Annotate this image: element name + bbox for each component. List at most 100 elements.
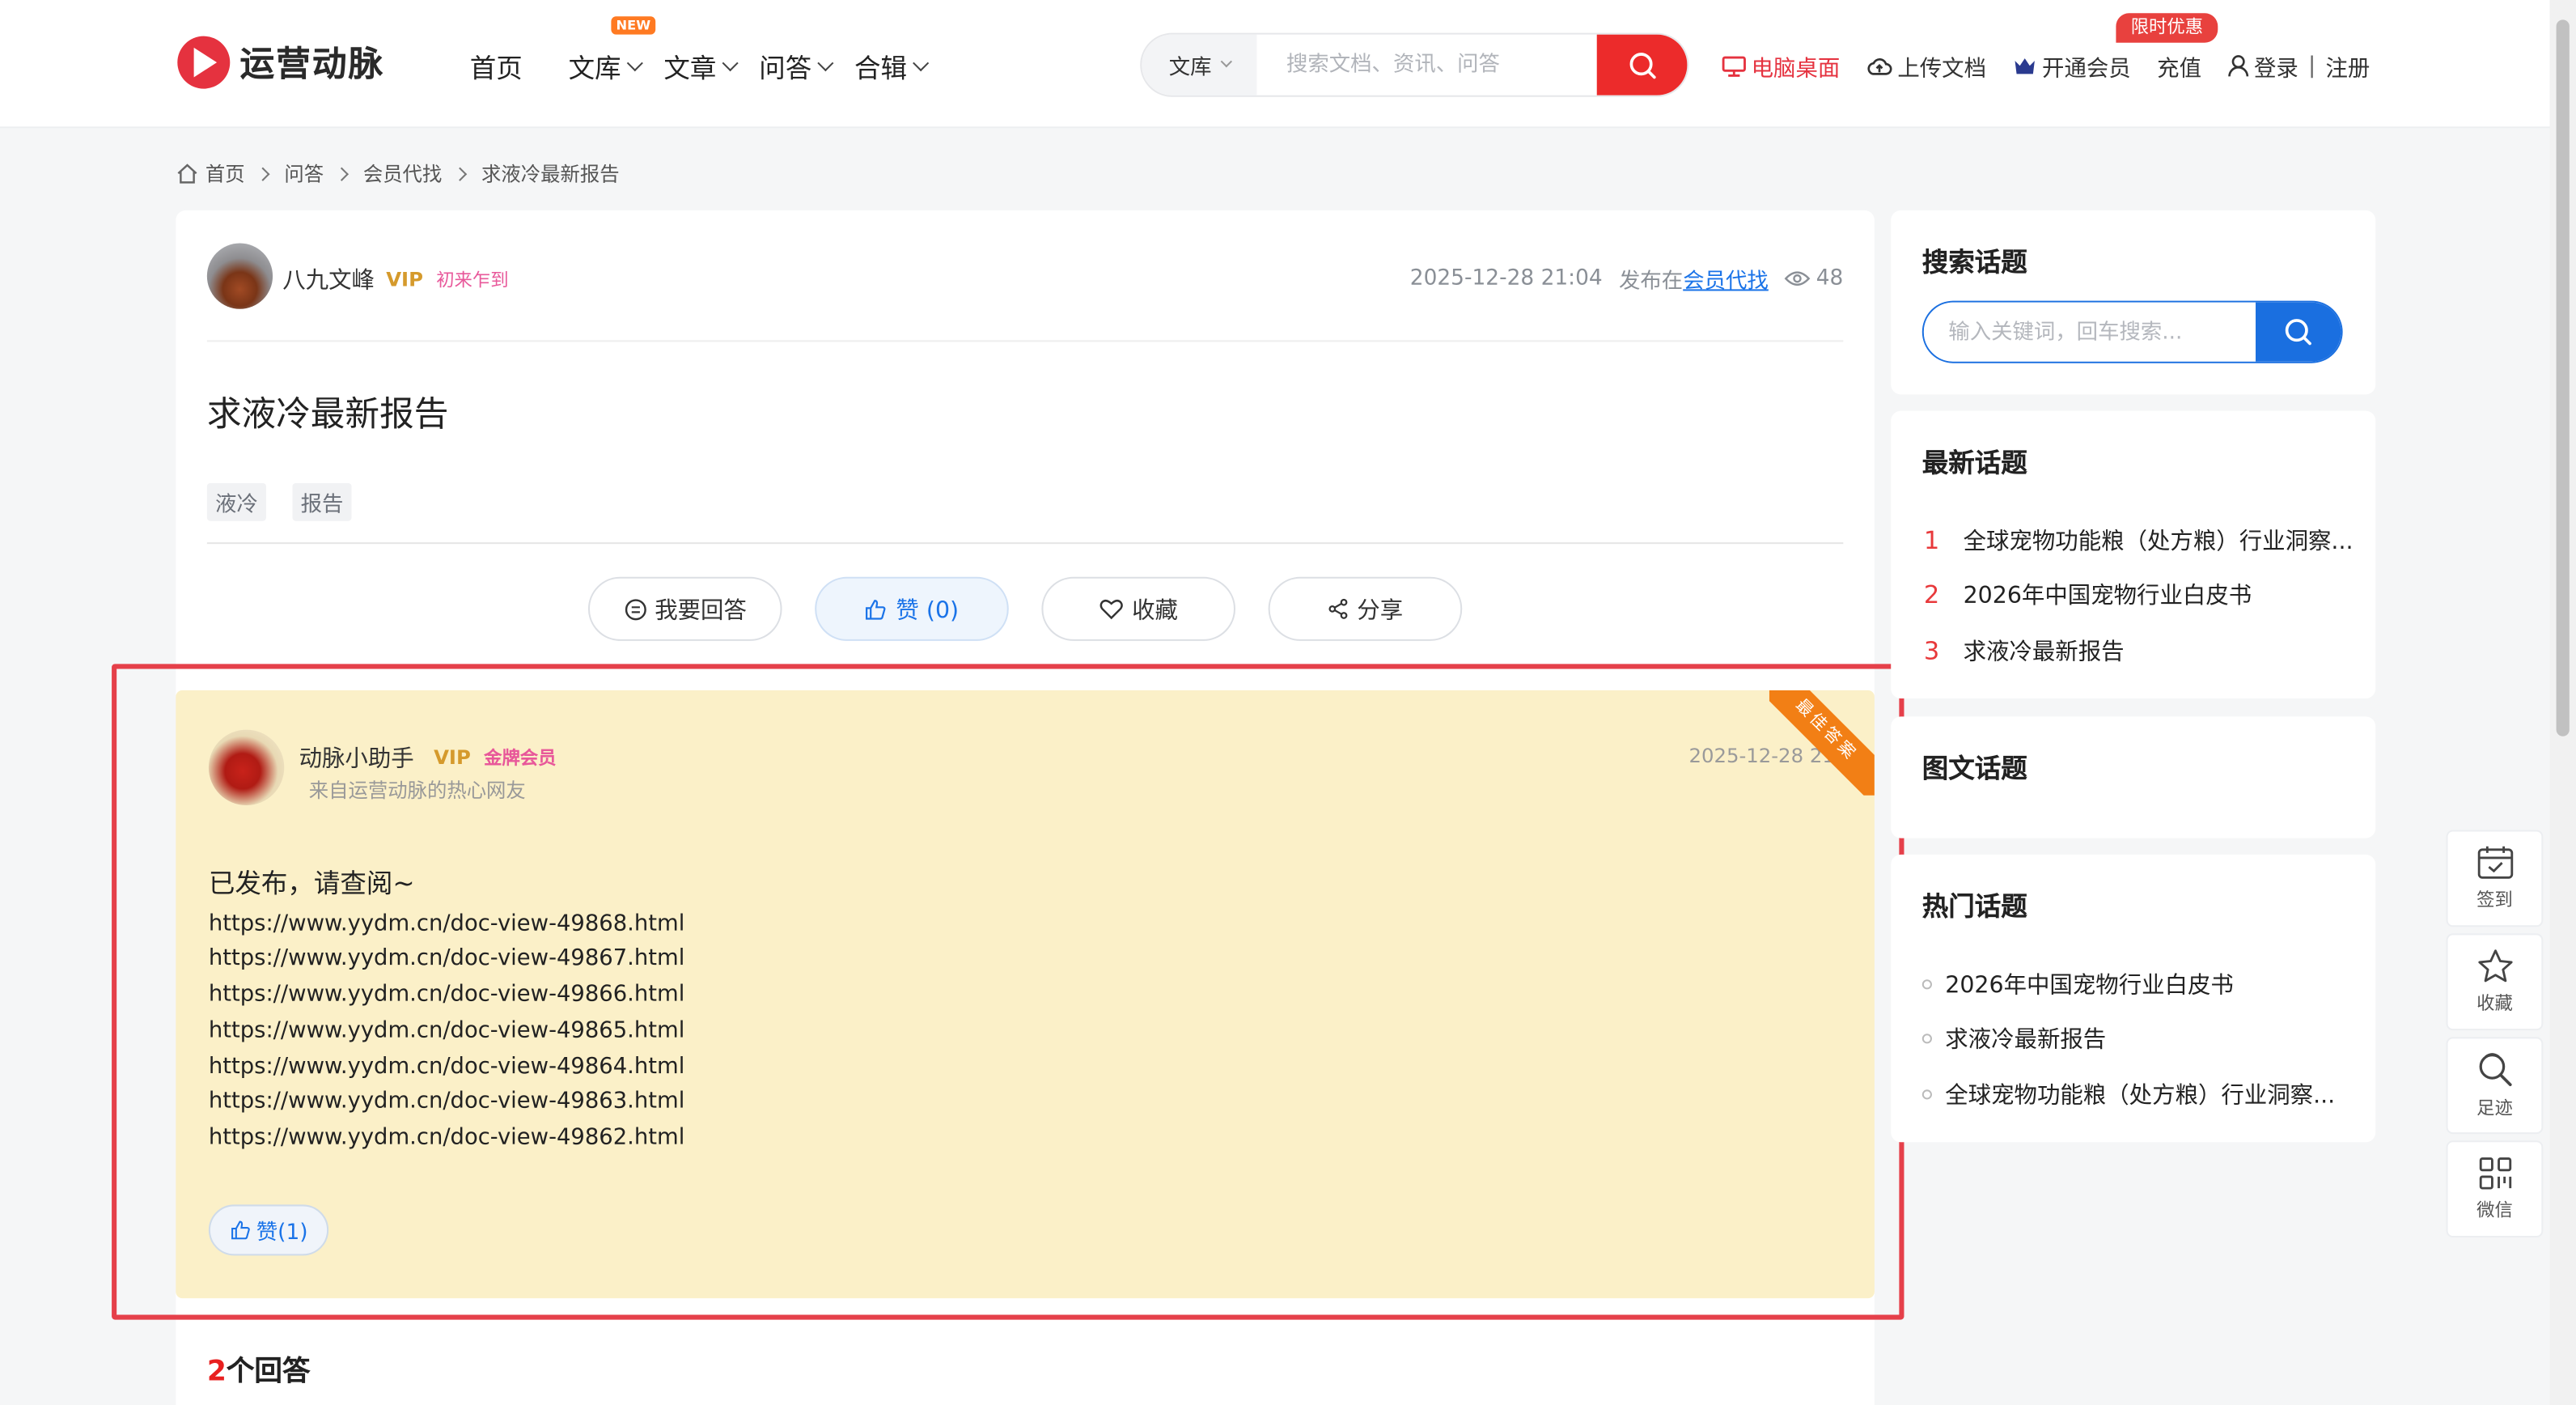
answer-like-label: 赞(1)	[256, 1220, 308, 1246]
answers-count-label: 个回答	[226, 1356, 311, 1389]
breadcrumb-current: 求液冷最新报告	[481, 163, 620, 186]
tag-item[interactable]: 报告	[292, 482, 352, 521]
share-icon	[1328, 598, 1348, 619]
main-nav: 首页 NEW 文库 文章 问答 合辑	[470, 16, 950, 86]
logo-text: 运营动脉	[239, 44, 385, 84]
topic-title: 全球宠物功能粮（处方粮）行业洞察...	[1945, 1082, 2336, 1110]
upload-link[interactable]: 上传文档	[1866, 49, 1986, 83]
chevron-down-icon	[626, 54, 643, 71]
sidebar-image-topics-card: 图文话题	[1891, 716, 2376, 838]
wechat-button[interactable]: 微信	[2446, 1140, 2544, 1238]
answer-link[interactable]: https://www.yydm.cn/doc-view-49868.html	[209, 906, 684, 942]
floating-toolbar: 签到 收藏 足迹 微信	[2446, 830, 2544, 1244]
question-title: 求液冷最新报告	[206, 394, 449, 435]
breadcrumb-qa[interactable]: 问答	[284, 159, 324, 188]
logo-mark-icon	[177, 36, 231, 89]
question-meta: 2025-12-28 21:04 发布在 会员代找 48	[1410, 263, 1844, 295]
vip-link[interactable]: 开通会员	[2012, 49, 2131, 83]
share-button-label: 分享	[1357, 597, 1404, 624]
thumbs-up-icon	[866, 599, 887, 619]
answer-link[interactable]: https://www.yydm.cn/doc-view-49865.html	[209, 1013, 684, 1049]
nav-item-collections[interactable]: 合辑	[854, 46, 930, 86]
latest-topic-item[interactable]: 3 求液冷最新报告	[1924, 623, 2354, 678]
breadcrumb-home[interactable]: 首页	[205, 159, 245, 188]
answer-link[interactable]: https://www.yydm.cn/doc-view-49866.html	[209, 978, 684, 1013]
question-author: 八九文峰 VIP 初来乍到	[282, 263, 508, 296]
question-category-link[interactable]: 会员代找	[1683, 263, 1769, 294]
bullet-icon	[1921, 1034, 1932, 1044]
answer-button-label: 我要回答	[655, 597, 747, 624]
best-answer: 动脉小助手 VIP 金牌会员 来自运营动脉的热心网友 2025-12-28 21…	[176, 690, 1875, 1299]
share-button[interactable]: 分享	[1268, 576, 1463, 641]
chevron-right-icon	[453, 166, 468, 180]
answer-like-button[interactable]: 赞(1)	[208, 1204, 329, 1256]
site-logo[interactable]: 运营动脉	[177, 36, 384, 89]
footprint-button[interactable]: 足迹	[2446, 1037, 2544, 1135]
answer-first-line: 已发布，请查阅~	[208, 868, 415, 899]
scrollbar-thumb[interactable]	[2556, 19, 2570, 736]
float-collect-button[interactable]: 收藏	[2446, 933, 2544, 1031]
nav-label: 合辑	[854, 52, 908, 84]
heart-icon	[1099, 599, 1123, 620]
tag-item[interactable]: 液冷	[206, 482, 266, 521]
breadcrumb-category[interactable]: 会员代找	[363, 159, 443, 188]
search-category-select[interactable]: 文库	[1142, 34, 1257, 96]
header-search-button[interactable]	[1596, 34, 1688, 96]
question-author-name[interactable]: 八九文峰	[282, 263, 375, 296]
footprint-search-icon	[2478, 1053, 2511, 1087]
login-link[interactable]: 登录	[2227, 49, 2298, 83]
recharge-link[interactable]: 充值	[2157, 49, 2201, 82]
answer-link[interactable]: https://www.yydm.cn/doc-view-49863.html	[209, 1085, 684, 1121]
sidebar-search-button[interactable]	[2256, 302, 2341, 362]
topic-title: 求液冷最新报告	[1963, 639, 2125, 665]
answer-link[interactable]: https://www.yydm.cn/doc-view-49867.html	[209, 942, 684, 978]
latest-topic-item[interactable]: 2 2026年中国宠物行业白皮书	[1924, 568, 2354, 623]
question-header: 八九文峰 VIP 初来乍到 2025-12-28 21:04 发布在 会员代找 …	[206, 243, 1844, 342]
collect-button[interactable]: 收藏	[1041, 576, 1236, 641]
cloud-upload-icon	[1867, 57, 1892, 74]
sidebar-image-topics-title: 图文话题	[1921, 753, 2027, 784]
sidebar-search-card: 搜索话题	[1891, 210, 2376, 395]
answer-link[interactable]: https://www.yydm.cn/doc-view-49862.html	[209, 1121, 684, 1157]
checkin-button[interactable]: 签到	[2446, 830, 2544, 927]
header-search-input[interactable]	[1256, 34, 1597, 96]
nav-item-qa[interactable]: 问答	[759, 46, 834, 86]
hot-topic-item[interactable]: 求液冷最新报告	[1921, 1012, 2335, 1067]
answer-author-avatar[interactable]	[208, 729, 285, 805]
calendar-check-icon	[2476, 846, 2513, 879]
bullet-icon	[1921, 1089, 1932, 1099]
vip-badge: VIP	[434, 745, 471, 770]
best-answer-ribbon-label: 最佳答案	[1769, 690, 1875, 796]
comment-icon	[624, 598, 646, 620]
answer-link[interactable]: https://www.yydm.cn/doc-view-49864.html	[209, 1050, 684, 1085]
like-button[interactable]: 赞 (0)	[815, 576, 1009, 641]
like-button-label: 赞 (0)	[896, 597, 960, 624]
sidebar-search	[1921, 300, 2343, 363]
answer-button[interactable]: 我要回答	[587, 576, 782, 641]
promo-badge: 限时优惠	[2116, 13, 2218, 43]
desktop-link[interactable]: 电脑桌面	[1722, 49, 1840, 83]
header-search: 文库	[1140, 32, 1689, 97]
nav-item-library[interactable]: NEW 文库	[569, 16, 656, 86]
hot-topic-item[interactable]: 全球宠物功能粮（处方粮）行业洞察...	[1921, 1067, 2336, 1122]
chevron-down-icon	[1219, 55, 1232, 68]
latest-topic-item[interactable]: 1 全球宠物功能粮（处方粮）行业洞察...	[1924, 513, 2354, 568]
page-root: 运营动脉 首页 NEW 文库 文章 问答 合辑 文库 搜索文档、资讯、问答 限时…	[0, 0, 2576, 1405]
rank-badge: 金牌会员	[484, 747, 557, 770]
chevron-right-icon	[256, 166, 270, 180]
register-link[interactable]: 注册	[2325, 49, 2370, 82]
hot-topic-item[interactable]: 2026年中国宠物行业白皮书	[1921, 957, 2335, 1012]
monitor-icon	[1722, 55, 1746, 76]
topic-title: 求液冷最新报告	[1945, 1027, 2107, 1055]
nav-item-home[interactable]: 首页	[470, 46, 523, 86]
question-actions: 我要回答 赞 (0) 收藏 分享	[587, 576, 1495, 641]
page-scrollbar[interactable]	[2549, 0, 2576, 1405]
nav-item-articles[interactable]: 文章	[663, 46, 739, 86]
answer-author-name[interactable]: 动脉小助手	[299, 741, 414, 775]
question-author-avatar[interactable]	[206, 243, 273, 309]
login-link-label: 登录	[2253, 56, 2298, 83]
sidebar-search-input[interactable]	[1923, 302, 2256, 362]
divider	[206, 542, 1844, 545]
footprint-label: 足迹	[2476, 1097, 2513, 1119]
answer-author: 动脉小助手 VIP 金牌会员	[299, 741, 557, 775]
